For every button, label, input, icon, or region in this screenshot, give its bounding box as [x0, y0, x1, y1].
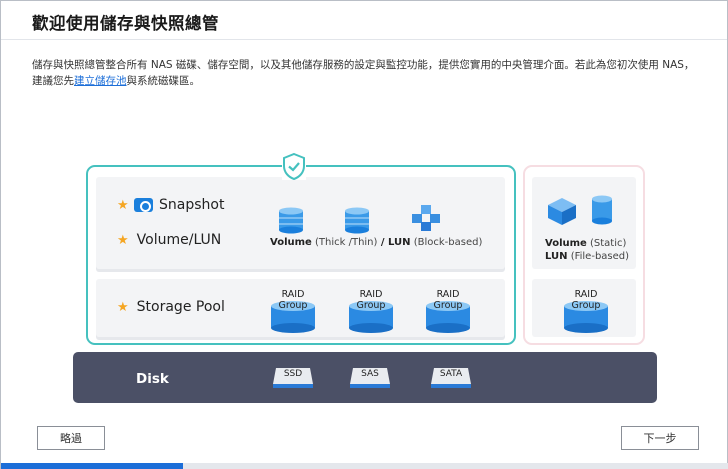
title-divider — [1, 39, 727, 40]
volume-lun-label: Volume/LUN — [136, 232, 222, 248]
cubes-icon — [412, 205, 440, 231]
cylinder-icon — [345, 207, 369, 234]
lun-word: / LUN — [377, 237, 411, 248]
group-text: Group — [433, 300, 463, 311]
cylinder-icon — [279, 207, 303, 234]
drive-label-sas: SAS — [361, 369, 379, 379]
static-volume-word: Volume — [545, 238, 587, 249]
raid-group-label: RAID Group — [346, 289, 396, 311]
static-lun-word: LUN — [545, 251, 568, 262]
block-volume-caption: Volume (Thick /Thin) / LUN (Block-based) — [270, 237, 482, 248]
raid-text: RAID — [281, 289, 305, 300]
group-text: Group — [571, 300, 601, 311]
raid-text: RAID — [359, 289, 383, 300]
snapshot-label: Snapshot — [159, 197, 225, 213]
static-volume-type: (Static) — [586, 238, 627, 249]
drive-label-ssd: SSD — [283, 369, 303, 379]
wizard-progress-bar — [1, 463, 728, 469]
file-lun-caption: LUN (File-based) — [545, 251, 629, 262]
wizard-progress-fill — [1, 463, 183, 469]
static-volume-caption: Volume (Static) — [545, 238, 626, 249]
page-title: 歡迎使用儲存與快照總管 — [32, 14, 219, 33]
volume-types: (Thick /Thin) — [311, 237, 378, 248]
snapshot-row: ★ — [117, 197, 137, 213]
star-icon: ★ — [117, 233, 129, 248]
drive-label-sata: SATA — [439, 369, 463, 379]
disk-label: Disk — [136, 371, 169, 387]
volume-lun-row: ★ Volume/LUN — [117, 232, 221, 248]
intro-description: 儲存與快照總管整合所有 NAS 磁碟、儲存空間，以及其他儲存服務的設定與監控功能… — [32, 57, 702, 89]
static-lun-type: (File-based) — [567, 251, 630, 262]
star-icon: ★ — [117, 300, 129, 315]
group-text: Group — [278, 300, 308, 311]
intro-text-end: 與系統磁碟區。 — [126, 75, 201, 87]
star-icon: ★ — [117, 198, 129, 213]
raid-text: RAID — [436, 289, 460, 300]
cube-icon — [548, 198, 576, 225]
next-button[interactable]: 下一步 — [621, 426, 699, 450]
raid-group-label: RAID Group — [423, 289, 473, 311]
storage-pool-row: ★ Storage Pool — [117, 299, 225, 315]
volume-word: Volume — [270, 237, 312, 248]
lun-type: (Block-based) — [410, 237, 483, 248]
camera-icon — [134, 198, 153, 212]
storage-wizard-window: 歡迎使用儲存與快照總管 儲存與快照總管整合所有 NAS 磁碟、儲存空間，以及其他… — [0, 0, 728, 469]
skip-button[interactable]: 略過 — [37, 426, 105, 450]
raid-group-label: RAID Group — [268, 289, 318, 311]
shield-icon — [282, 153, 306, 180]
create-storage-pool-link[interactable]: 建立儲存池 — [74, 75, 127, 87]
raid-group-label: RAID Group — [561, 289, 611, 311]
cylinder-icon — [592, 195, 612, 225]
group-text: Group — [356, 300, 386, 311]
storage-pool-label: Storage Pool — [136, 299, 225, 315]
raid-text: RAID — [574, 289, 598, 300]
